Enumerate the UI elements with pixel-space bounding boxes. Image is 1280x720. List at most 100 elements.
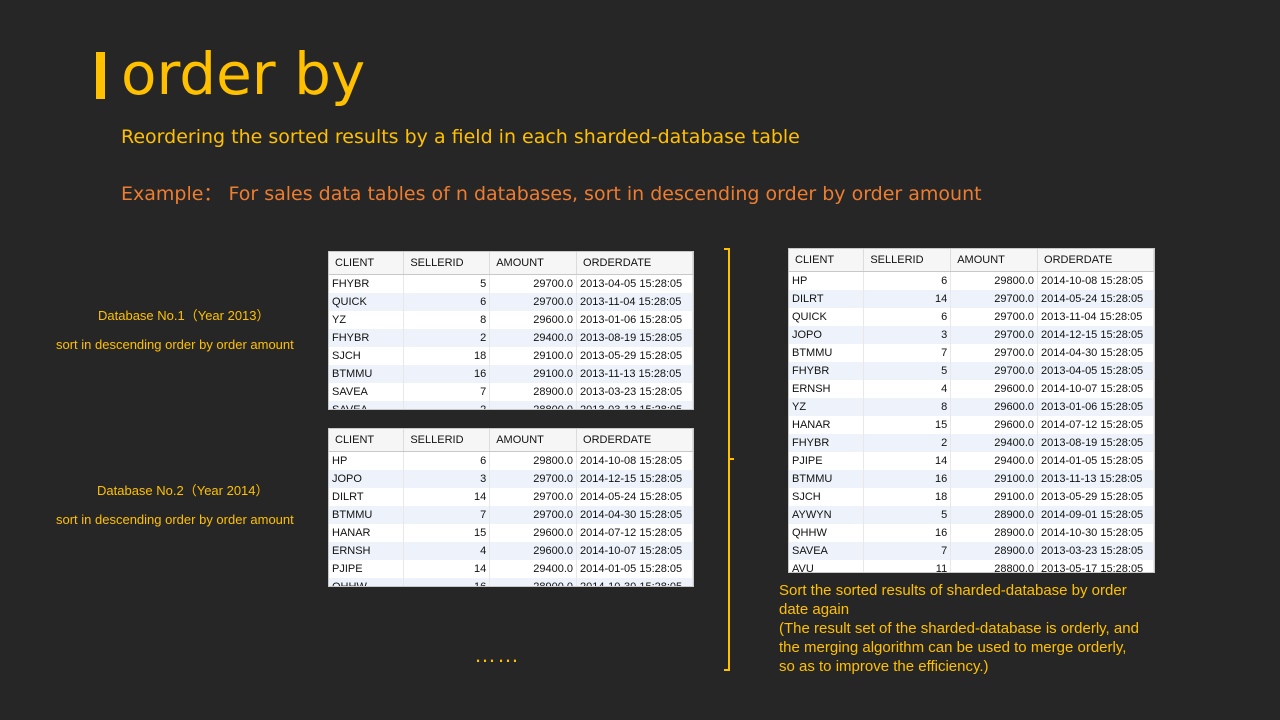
table-cell: 15: [863, 416, 952, 434]
table-cell: 4: [403, 542, 491, 560]
table-cell: 16: [863, 470, 952, 488]
table-row: JOPO 3 29700.0 2014-12-15 15:28:05: [329, 470, 693, 488]
table-row: BTMMU 7 29700.0 2014-04-30 15:28:05: [329, 506, 693, 524]
table-cell: DILRT: [789, 290, 865, 308]
slide-subtitle: Reordering the sorted results by a field…: [121, 126, 800, 148]
table-cell: 2013-01-06 15:28:05: [576, 311, 693, 329]
table-cell: 16: [403, 365, 491, 383]
table-row: FHYBR 2 29400.0 2013-08-19 15:28:05: [329, 329, 693, 347]
table-cell: 3: [863, 326, 952, 344]
table-cell: 2013-03-23 15:28:05: [1037, 542, 1154, 560]
column-header: CLIENT: [329, 429, 405, 452]
table-cell: 29700.0: [950, 290, 1039, 308]
table-cell: 5: [403, 274, 491, 293]
table-cell: 11: [863, 560, 952, 572]
table-cell: 3: [403, 470, 491, 488]
example-text: Example： For sales data tables of n data…: [121, 183, 982, 205]
table-cell: 2014-09-01 15:28:05: [1037, 506, 1154, 524]
table-row: FHYBR 5 29700.0 2013-04-05 15:28:05: [329, 274, 693, 293]
table-cell: 14: [863, 452, 952, 470]
table-cell: 29100.0: [950, 470, 1039, 488]
table-cell: 2013-04-05 15:28:05: [1037, 362, 1154, 380]
table-cell: QHHW: [329, 578, 405, 586]
table-cell: 2014-04-30 15:28:05: [1037, 344, 1154, 362]
table-cell: 28900.0: [489, 578, 578, 586]
table-cell: BTMMU: [329, 365, 405, 383]
table-cell: PJIPE: [789, 452, 865, 470]
table-cell: FHYBR: [329, 274, 405, 293]
table-cell: QUICK: [329, 293, 405, 311]
column-header: AMOUNT: [950, 249, 1039, 272]
table-row: QUICK 6 29700.0 2013-11-04 15:28:05: [329, 293, 693, 311]
note-line: the merging algorithm can be used to mer…: [779, 639, 1127, 656]
table-cell: ERNSH: [789, 380, 865, 398]
column-header: SELLERID: [863, 249, 952, 272]
table-cell: 28900.0: [950, 506, 1039, 524]
table-cell: 29700.0: [489, 470, 578, 488]
column-header: SELLERID: [403, 252, 491, 275]
table-cell: QHHW: [789, 524, 865, 542]
table-cell: 2013-05-29 15:28:05: [576, 347, 693, 365]
column-header: CLIENT: [789, 249, 865, 272]
table-cell: 18: [403, 347, 491, 365]
table-row: QHHW 16 28900.0 2014-10-30 15:28:05: [329, 578, 693, 586]
table-cell: SJCH: [789, 488, 865, 506]
table-cell: JOPO: [789, 326, 865, 344]
table-cell: 15: [403, 524, 491, 542]
table-cell: 29400.0: [489, 560, 578, 578]
merged-table: CLIENT SELLERID AMOUNT ORDERDATE HP 6 29800.0 2…: [788, 248, 1155, 573]
table-cell: SAVEA: [329, 401, 405, 409]
table-cell: 2014-07-12 15:28:05: [576, 524, 693, 542]
table-cell: 2013-11-04 15:28:05: [576, 293, 693, 311]
table-cell: 28800.0: [489, 401, 578, 409]
table-cell: 2014-01-05 15:28:05: [1037, 452, 1154, 470]
table-cell: JOPO: [329, 470, 405, 488]
column-header: AMOUNT: [489, 429, 578, 452]
table-row: AVU 11 28800.0 2013-05-17 15:28:05: [789, 560, 1154, 572]
table-cell: 29800.0: [950, 271, 1039, 290]
column-header: CLIENT: [329, 252, 405, 275]
table-cell: 29700.0: [489, 274, 578, 293]
column-header: ORDERDATE: [576, 252, 693, 275]
table-cell: 2013-03-23 15:28:05: [576, 383, 693, 401]
table-cell: AYWYN: [789, 506, 865, 524]
table-row: ERNSH 4 29600.0 2014-10-07 15:28:05: [789, 380, 1154, 398]
table-cell: FHYBR: [789, 434, 865, 452]
table-cell: 2014-12-15 15:28:05: [1037, 326, 1154, 344]
table-row: HP 6 29800.0 2014-10-08 15:28:05: [789, 271, 1154, 290]
table-cell: 2013-03-13 15:28:05: [576, 401, 693, 409]
table-cell: 29100.0: [950, 488, 1039, 506]
table-cell: 2014-10-30 15:28:05: [576, 578, 693, 586]
table-cell: SAVEA: [329, 383, 405, 401]
table-cell: 6: [403, 451, 491, 470]
title-accent-bar: [96, 52, 105, 99]
table-cell: 29400.0: [489, 329, 578, 347]
table-cell: FHYBR: [329, 329, 405, 347]
table-cell: 29700.0: [950, 362, 1039, 380]
table-row: SJCH 18 29100.0 2013-05-29 15:28:05: [789, 488, 1154, 506]
table-row: HP 6 29800.0 2014-10-08 15:28:05: [329, 451, 693, 470]
table-row: PJIPE 14 29400.0 2014-01-05 15:28:05: [789, 452, 1154, 470]
column-header: ORDERDATE: [576, 429, 693, 452]
table-cell: 2013-11-04 15:28:05: [1037, 308, 1154, 326]
table-cell: 29600.0: [489, 542, 578, 560]
table-cell: 29100.0: [489, 347, 578, 365]
column-header: AMOUNT: [489, 252, 578, 275]
table-cell: 2013-11-13 15:28:05: [576, 365, 693, 383]
table-cell: 2013-08-19 15:28:05: [1037, 434, 1154, 452]
table-cell: BTMMU: [329, 506, 405, 524]
note-line: so as to improve the efficiency.): [779, 658, 989, 675]
table-cell: 28800.0: [950, 560, 1039, 572]
note-line: date again: [779, 601, 850, 618]
merge-bracket: [724, 248, 734, 671]
table-row: ERNSH 4 29600.0 2014-10-07 15:28:05: [329, 542, 693, 560]
merge-note: Sort the sorted results of sharded-datab…: [779, 581, 1179, 676]
table-cell: HP: [789, 271, 865, 290]
table-cell: FHYBR: [789, 362, 865, 380]
table-row: YZ 8 29600.0 2013-01-06 15:28:05: [789, 398, 1154, 416]
table-cell: 2: [863, 434, 952, 452]
table-cell: 2014-10-08 15:28:05: [576, 451, 693, 470]
table-cell: 2013-04-05 15:28:05: [576, 274, 693, 293]
column-header: SELLERID: [403, 429, 491, 452]
table-cell: 8: [863, 398, 952, 416]
